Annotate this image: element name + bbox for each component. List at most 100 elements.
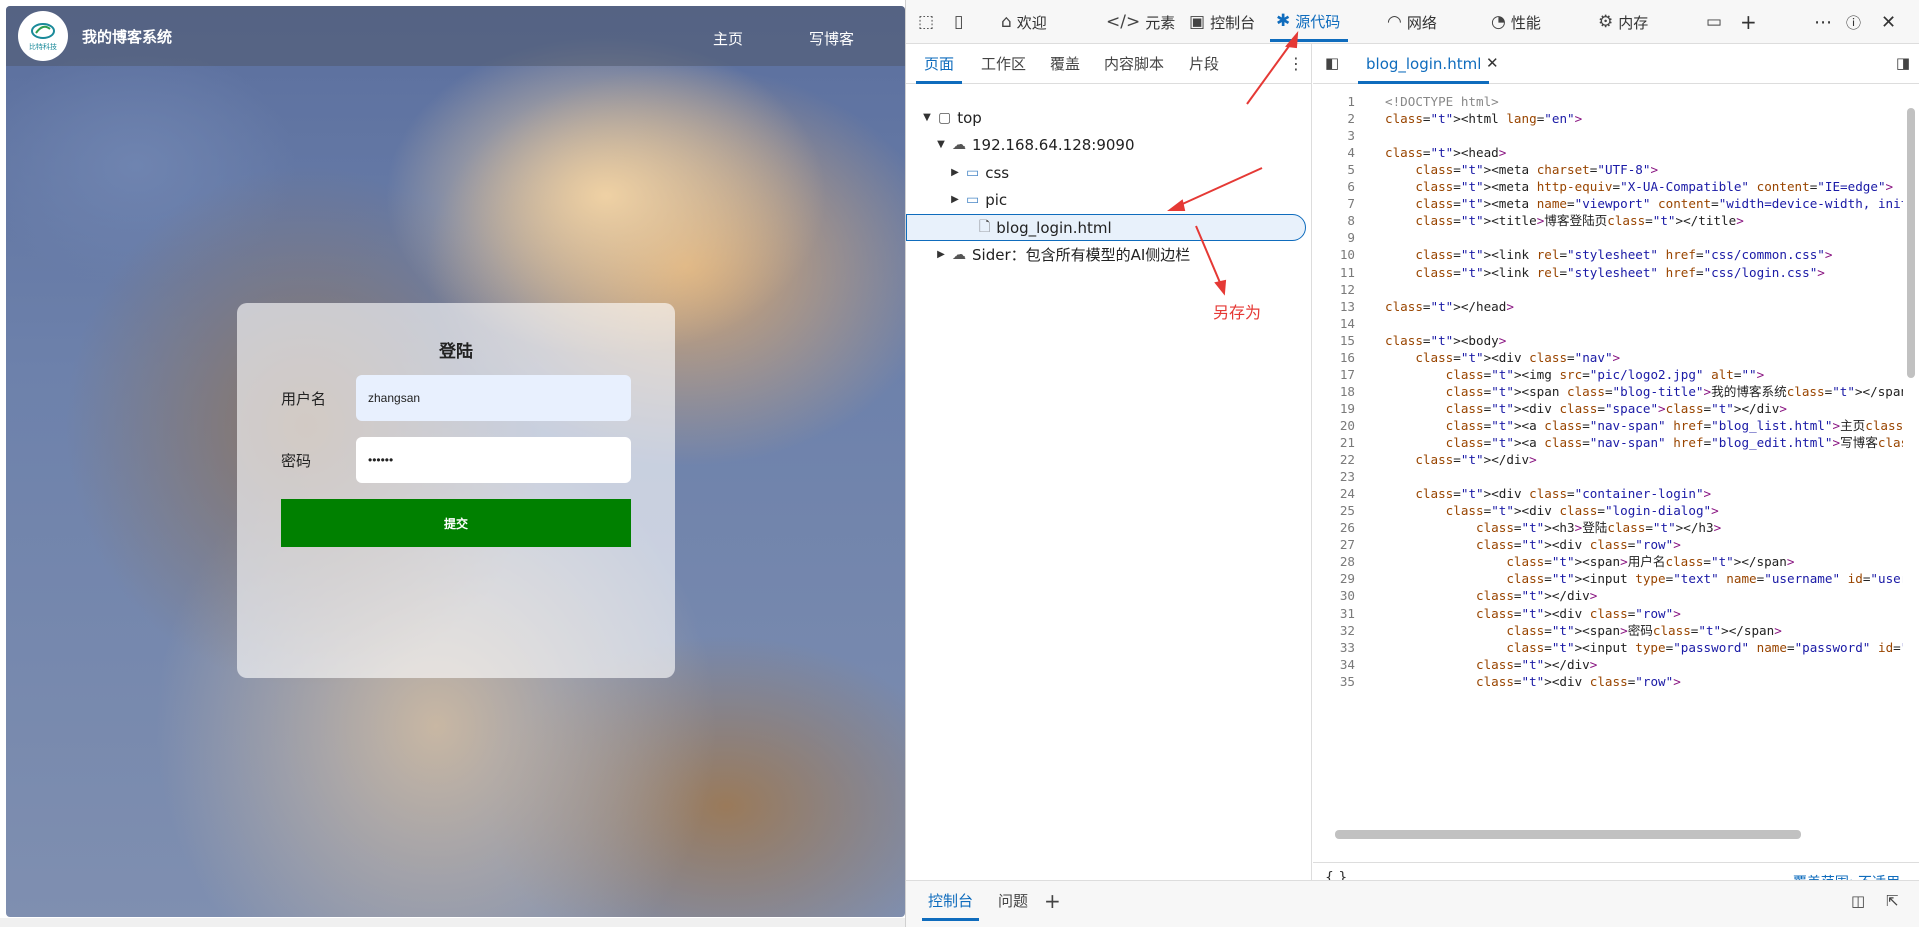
collapse-arrow-icon[interactable]: ▶ xyxy=(948,167,962,178)
drawer-expand-icon[interactable]: ⇱ xyxy=(1886,881,1899,921)
wifi-icon: ◠ xyxy=(1387,12,1402,32)
line-number[interactable]: 35 xyxy=(1313,671,1355,692)
devtools-panel: ⬚ ▯ ⌂ 欢迎 </> 元素 ▣ 控制台 ✱ 源代码 ◠ 网络 ◔ 性能 ⚙ 内存 ▭ + … xyxy=(905,0,1919,927)
device-icon: ▯ xyxy=(954,12,964,32)
drawer-bar: 控制台 问题 + ◫ ⇱ xyxy=(906,880,1919,927)
code-line[interactable]: class="t"><title>博客登陆页class="t"></title> xyxy=(1385,210,1743,231)
help-button[interactable]: ⓘ xyxy=(1846,0,1861,44)
code-view[interactable]: 1 <!DOCTYPE html> 2 class="t"><html lang="e… xyxy=(1313,87,1903,879)
blog-login-page: 比特科技 我的博客系统 主页 写博客 登陆 用户名 密码 提交 xyxy=(6,6,905,917)
collapse-arrow-icon[interactable]: ▶ xyxy=(934,249,948,260)
password-label: 密码 xyxy=(281,452,312,470)
tab-console-label: 控制台 xyxy=(1210,13,1256,32)
tree-item-sider-label: Sider：包含所有模型的AI侧边栏 xyxy=(972,246,1191,264)
username-label: 用户名 xyxy=(281,390,327,408)
tab-elements[interactable]: </> 元素 xyxy=(1106,0,1175,44)
tree-item-top-label: top xyxy=(957,108,982,127)
code-brackets-icon: </> xyxy=(1106,12,1141,32)
tab-memory-label: 内存 xyxy=(1618,13,1649,32)
tab-welcome[interactable]: ⌂ 欢迎 xyxy=(1001,0,1047,44)
toggle-navigator-icon[interactable]: ◧ xyxy=(1325,54,1339,72)
frame-icon: ▢ xyxy=(938,109,952,126)
drawer-tab-issues[interactable]: 问题 xyxy=(998,881,1028,921)
inspect-icon: ⬚ xyxy=(918,12,935,32)
help-icon: ⓘ xyxy=(1846,13,1862,32)
editor-tabs: ◧ blog_login.html ✕ ◨ xyxy=(1313,44,1919,84)
tab-network[interactable]: ◠ 网络 xyxy=(1387,0,1437,44)
tab-welcome-label: 欢迎 xyxy=(1016,13,1047,32)
gauge-icon: ◔ xyxy=(1491,12,1506,32)
password-input[interactable] xyxy=(356,437,631,483)
navigator-tab-content-scripts[interactable]: 内容脚本 xyxy=(1104,44,1164,84)
window-bottom-edge xyxy=(0,918,905,927)
annotation-save-as-label: 另存为 xyxy=(1213,303,1262,322)
nav-link-home[interactable]: 主页 xyxy=(713,28,743,49)
toggle-debugger-icon[interactable]: ◨ xyxy=(1896,54,1910,72)
inspect-element-button[interactable]: ⬚ xyxy=(918,0,939,44)
close-icon: ✕ xyxy=(1881,11,1897,33)
tree-item-css[interactable]: ▶ ▭ css xyxy=(906,159,1312,186)
blog-title: 我的博客系统 xyxy=(82,27,173,46)
navigator-tabs: 页面 工作区 覆盖 内容脚本 片段 ⋮ xyxy=(906,44,1312,84)
device-emulation-button[interactable]: ▯ xyxy=(954,0,968,44)
navigator-pane: 页面 工作区 覆盖 内容脚本 片段 ⋮ ▼ ▢ top ▼ ☁ 192.168.… xyxy=(906,44,1312,880)
tab-performance[interactable]: ◔ 性能 xyxy=(1491,0,1541,44)
tree-item-pic[interactable]: ▶ ▭ pic xyxy=(906,186,1312,213)
nav-bar: 比特科技 我的博客系统 主页 写博客 xyxy=(6,6,905,66)
tree-item-pic-label: pic xyxy=(985,190,1008,209)
tree-item-css-label: css xyxy=(985,163,1010,182)
drawer-tab-console[interactable]: 控制台 xyxy=(921,881,980,921)
navigator-tab-snippets[interactable]: 片段 xyxy=(1189,44,1219,84)
more-options-button[interactable]: ⋯ xyxy=(1814,0,1832,44)
submit-button[interactable]: 提交 xyxy=(281,499,631,547)
tab-memory[interactable]: ⚙ 内存 xyxy=(1598,0,1648,44)
code-line[interactable]: class="t"></head> xyxy=(1385,296,1514,317)
login-heading: 登陆 xyxy=(439,342,473,362)
add-tool-button[interactable]: + xyxy=(1740,0,1757,44)
console-icon: ▣ xyxy=(1189,12,1206,32)
dock-button[interactable]: ▭ xyxy=(1706,0,1727,44)
tree-item-sider-extension[interactable]: ▶ ☁ Sider：包含所有模型的AI侧边栏 xyxy=(906,241,1312,268)
cloud-icon: ☁ xyxy=(952,246,966,263)
drawer-dock-icon[interactable]: ◫ xyxy=(1851,881,1865,921)
ellipsis-icon: ⋯ xyxy=(1814,11,1832,33)
tree-item-file-label: blog_login.html xyxy=(996,218,1112,237)
tree-item-host[interactable]: ▼ ☁ 192.168.64.128:9090 xyxy=(906,131,1312,158)
expand-arrow-icon[interactable]: ▼ xyxy=(934,139,948,150)
login-dialog: 登陆 用户名 密码 提交 xyxy=(237,303,675,678)
code-line[interactable]: class="t"><link rel="stylesheet" href="c… xyxy=(1385,262,1825,283)
code-line[interactable]: class="t"><html lang="en"> xyxy=(1385,108,1582,129)
source-editor: ◧ blog_login.html ✕ ◨ 1 <!DOCTYPE html> 2 c… xyxy=(1313,44,1919,898)
vertical-scrollbar[interactable] xyxy=(1907,108,1915,378)
navigator-tab-overrides[interactable]: 覆盖 xyxy=(1050,44,1080,84)
collapse-arrow-icon[interactable]: ▶ xyxy=(948,194,962,205)
app-window: 比特科技 我的博客系统 主页 写博客 登陆 用户名 密码 提交 ⬚ ▯ ⌂欢迎 … xyxy=(0,0,1919,927)
nav-link-write-blog[interactable]: 写博客 xyxy=(809,28,854,49)
navigator-more-icon[interactable]: ⋮ xyxy=(1288,44,1304,84)
navigator-tab-page[interactable]: 页面 xyxy=(915,44,963,84)
password-row: 密码 xyxy=(281,437,631,483)
devtools-toolbar: ⬚ ▯ ⌂ 欢迎 </> 元素 ▣ 控制台 ✱ 源代码 ◠ 网络 ◔ 性能 ⚙ 内存 ▭ + … xyxy=(906,0,1919,44)
logo: 比特科技 xyxy=(18,11,68,61)
code-line[interactable]: class="t"><div class="row"> xyxy=(1385,671,1681,692)
file-icon: 🗋 xyxy=(979,218,991,235)
close-tab-icon[interactable]: ✕ xyxy=(1486,54,1499,72)
drawer-add-icon[interactable]: + xyxy=(1044,881,1061,921)
username-input[interactable] xyxy=(356,375,631,421)
logo-text: 比特科技 xyxy=(29,42,57,51)
expand-arrow-icon[interactable]: ▼ xyxy=(920,112,934,123)
tree-item-blog-login-html[interactable]: 🗋 blog_login.html xyxy=(906,214,1306,241)
bug-icon: ✱ xyxy=(1276,11,1291,31)
tab-elements-label: 元素 xyxy=(1145,13,1176,32)
tab-network-label: 网络 xyxy=(1406,13,1437,32)
tree-item-top[interactable]: ▼ ▢ top xyxy=(906,104,1312,131)
close-devtools-button[interactable]: ✕ xyxy=(1881,0,1896,44)
editor-tab-file[interactable]: blog_login.html xyxy=(1358,44,1490,84)
tab-sources[interactable]: ✱ 源代码 xyxy=(1269,0,1349,42)
horizontal-scrollbar[interactable] xyxy=(1335,830,1801,839)
code-line[interactable]: class="t"></div> xyxy=(1385,449,1536,470)
window-icon: ▭ xyxy=(1706,12,1723,32)
cloud-icon: ☁ xyxy=(952,136,966,153)
navigator-tab-workspace[interactable]: 工作区 xyxy=(981,44,1026,84)
tab-console[interactable]: ▣ 控制台 xyxy=(1189,0,1255,44)
